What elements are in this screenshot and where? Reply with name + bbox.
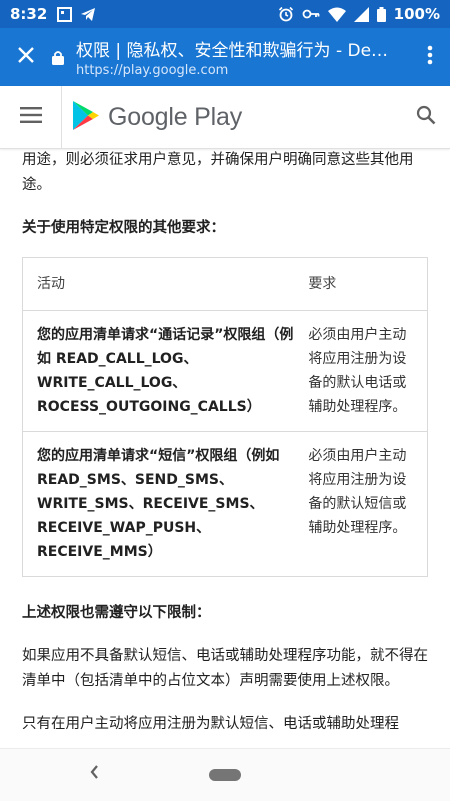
status-bar: 8:32 100% — [0, 0, 450, 28]
lock-icon — [52, 50, 66, 65]
square-notification-icon — [57, 6, 73, 22]
page-url: https://play.google.com — [76, 63, 229, 78]
close-icon — [17, 46, 35, 68]
cell-requirement-sms: 必须由用户主动将应用注册为设备的默认短信或辅助处理程序。 — [308, 431, 428, 577]
alarm-icon — [278, 6, 294, 22]
status-time: 8:32 — [10, 5, 48, 23]
cell-activity-sms: 您的应用清单请求“短信”权限组（例如 READ_SMS、SEND_SMS、WRI… — [22, 431, 309, 577]
close-tab-button[interactable] — [0, 46, 52, 68]
table-header-row: 活动 要求 — [22, 257, 428, 311]
paragraph-default-handler: 只有在用户主动将应用注册为默认短信、电话或辅助处理程 — [22, 716, 399, 732]
hamburger-icon — [19, 107, 42, 127]
column-header-activity: 活动 — [22, 257, 309, 311]
google-play-header: Google Play — [0, 86, 450, 149]
hamburger-menu-button[interactable] — [0, 86, 62, 148]
custom-tab-toolbar: 权限 | 隐私权、安全性和欺骗行为 - De… https://play.goo… — [0, 28, 450, 86]
page-title-url[interactable]: 权限 | 隐私权、安全性和欺骗行为 - De… https://play.goo… — [76, 36, 410, 78]
back-button[interactable] — [88, 763, 100, 785]
battery-percentage: 100% — [393, 5, 440, 23]
page-title: 权限 | 隐私权、安全性和欺骗行为 - De… — [76, 41, 389, 61]
play-triangle-icon — [72, 100, 100, 135]
paragraph-user-consent: 用途，则必须征求用户意见，并确保用户明确同意这些其他用途。 — [22, 152, 414, 193]
search-button[interactable] — [402, 105, 450, 129]
heading-restrictions: 上述权限也需遵守以下限制： — [22, 605, 211, 621]
signal-icon — [353, 6, 369, 22]
battery-icon — [376, 6, 386, 22]
google-play-text: Google Play — [108, 102, 242, 131]
search-icon — [416, 105, 436, 129]
telegram-icon — [80, 7, 96, 22]
cell-activity-call-log: 您的应用清单请求“通话记录”权限组（例如 READ_CALL_LOG、WRITE… — [37, 327, 294, 415]
heading-specific-permissions: 关于使用特定权限的其他要求： — [22, 220, 225, 236]
permissions-table: 活动 要求 您的应用清单请求“通话记录”权限组（例如 READ_CALL_LOG… — [22, 257, 428, 577]
paragraph-manifest-restriction: 如果应用不具备默认短信、电话或辅助处理程序功能，就不得在清单中（包括清单中的占位… — [22, 648, 428, 689]
column-header-requirement: 要求 — [308, 257, 428, 311]
home-pill-button[interactable] — [209, 769, 241, 781]
table-row: 您的应用清单请求“通话记录”权限组（例如 READ_CALL_LOG、WRITE… — [23, 311, 428, 432]
vpn-key-icon — [302, 7, 320, 21]
cell-requirement-call-log: 必须由用户主动将应用注册为设备的默认电话或辅助处理程序。 — [308, 327, 407, 415]
google-play-logo[interactable]: Google Play — [72, 100, 242, 135]
table-row: 您的应用清单请求“短信”权限组（例如 READ_SMS、SEND_SMS、WRI… — [22, 431, 428, 577]
overflow-menu-button[interactable] — [410, 45, 450, 69]
more-vert-icon — [427, 45, 433, 69]
wifi-icon — [327, 7, 346, 22]
system-navigation-bar — [0, 748, 450, 801]
policy-content: 用途，则必须征求用户意见，并确保用户明确同意这些其他用途。 关于使用特定权限的其… — [0, 148, 450, 748]
